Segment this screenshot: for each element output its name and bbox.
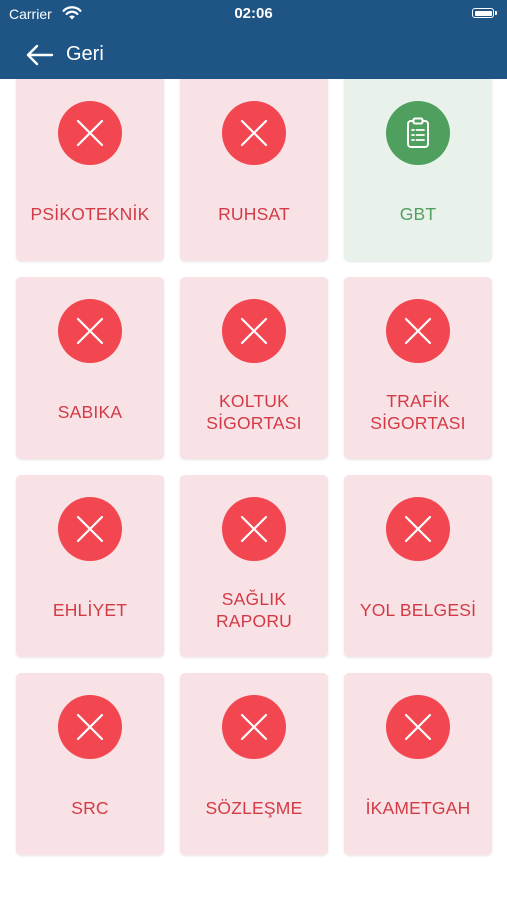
status-circle (386, 497, 450, 561)
document-tile[interactable]: SABIKA (16, 277, 164, 459)
x-icon (237, 710, 271, 744)
document-tile[interactable]: PSİKOTEKNİK (16, 79, 164, 261)
status-circle (58, 299, 122, 363)
arrow-left-icon (26, 44, 54, 65)
document-tile[interactable]: GBT (344, 79, 492, 261)
document-label: PSİKOTEKNİK (30, 204, 150, 224)
status-circle (222, 101, 286, 165)
document-label: SRC (71, 798, 109, 818)
document-grid: PSİKOTEKNİK RUHSAT GBT SABIKA KOLTUK SİGORTA… (16, 79, 492, 855)
document-tile[interactable]: KOLTUK SİGORTASI (180, 277, 328, 459)
x-icon (401, 314, 435, 348)
document-label: SÖZLEŞME (205, 798, 303, 818)
status-circle (222, 299, 286, 363)
x-icon (73, 314, 107, 348)
status-circle (222, 695, 286, 759)
x-icon (73, 512, 107, 546)
document-tile[interactable]: SÖZLEŞME (180, 673, 328, 855)
document-tile[interactable]: SAĞLIK RAPORU (180, 475, 328, 657)
clipboard-icon (401, 116, 435, 150)
status-time: 02:06 (234, 5, 273, 22)
x-icon (401, 512, 435, 546)
document-label: İKAMETGAH (365, 798, 471, 818)
document-tile[interactable]: İKAMETGAH (344, 673, 492, 855)
status-circle (386, 695, 450, 759)
document-label: YOL BELGESİ (359, 600, 477, 620)
x-icon (237, 116, 271, 150)
nav-bar: Geri (0, 30, 507, 79)
document-label: RUHSAT (218, 204, 290, 224)
x-icon (237, 512, 271, 546)
document-tile[interactable]: SRC (16, 673, 164, 855)
document-tile[interactable]: TRAFİK SİGORTASI (344, 277, 492, 459)
back-label: Geri (66, 43, 104, 65)
status-circle (386, 299, 450, 363)
x-icon (73, 710, 107, 744)
status-circle (222, 497, 286, 561)
document-label: KOLTUK SİGORTASI (206, 391, 302, 433)
x-icon (73, 116, 107, 150)
document-tile[interactable]: EHLİYET (16, 475, 164, 657)
back-button[interactable]: Geri (24, 30, 104, 79)
document-label: TRAFİK SİGORTASI (370, 391, 466, 433)
document-tile[interactable]: RUHSAT (180, 79, 328, 261)
document-label: SAĞLIK RAPORU (215, 589, 293, 631)
document-tile[interactable]: YOL BELGESİ (344, 475, 492, 657)
document-label: SABIKA (57, 402, 123, 422)
status-circle (58, 497, 122, 561)
status-circle (58, 695, 122, 759)
battery-icon (472, 8, 497, 18)
status-bar: Carrier 02:06 (0, 0, 507, 30)
status-circle (58, 101, 122, 165)
x-icon (401, 710, 435, 744)
x-icon (237, 314, 271, 348)
document-label: GBT (399, 204, 437, 224)
document-label: EHLİYET (52, 600, 128, 620)
status-circle (386, 101, 450, 165)
